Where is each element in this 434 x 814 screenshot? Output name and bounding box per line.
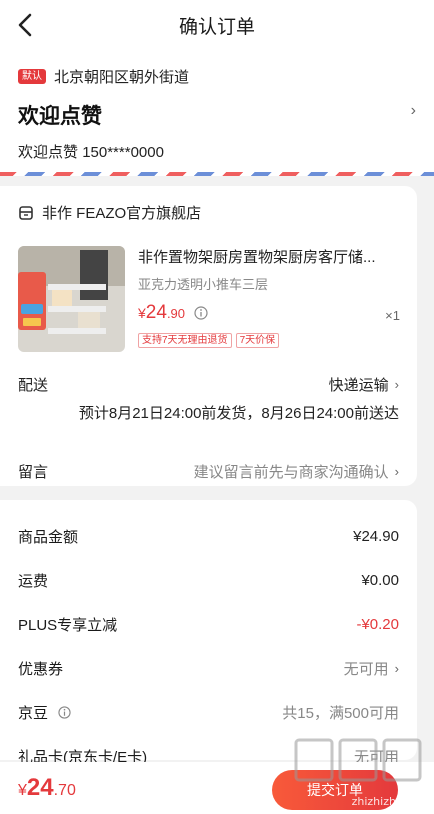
product-title: 非作置物架厨房置物架厨房客厅储... — [138, 249, 376, 266]
product-image — [18, 246, 125, 352]
address-card[interactable]: 默认 北京朝阳区朝外街道 欢迎点赞 › 欢迎点赞 150****0000 — [0, 50, 434, 176]
fee-row-coupon[interactable]: 优惠券 无可用 › — [18, 646, 399, 690]
message-row[interactable]: 留言 建议留言前先与商家沟通确认 › — [18, 461, 399, 482]
chevron-right-icon: › — [394, 377, 399, 392]
fee-row-plus: PLUS专享立减 -¥0.20 — [18, 602, 399, 646]
total-currency: ¥ — [18, 782, 27, 799]
coupon-value-text: 无可用 — [343, 660, 389, 678]
product-thumbnail[interactable] — [18, 246, 125, 352]
total-integer: 24 — [26, 774, 54, 801]
jingdou-label: 京豆 — [18, 704, 49, 722]
contact-phone: 150****0000 — [82, 144, 164, 161]
address-contact: 欢迎点赞 150****0000 — [18, 141, 416, 162]
shop-header[interactable]: 非作 FEAZO官方旗舰店 — [18, 202, 399, 223]
delivery-label: 配送 — [18, 377, 49, 394]
coupon-value: 无可用 › — [344, 658, 399, 679]
plus-discount-label: PLUS专享立减 — [18, 616, 118, 634]
chevron-right-icon: › — [394, 464, 399, 479]
top-bar: 确认订单 — [0, 0, 434, 50]
jingdou-value: 共15，满500可用 — [282, 704, 399, 722]
chevron-right-icon: › — [394, 660, 399, 676]
shop-name: 非作 FEAZO官方旗舰店 — [42, 205, 202, 222]
message-label: 留言 — [18, 464, 49, 481]
envelope-stripe — [0, 172, 434, 176]
price-integer: 24 — [145, 302, 167, 323]
store-icon — [19, 205, 33, 220]
message-input[interactable]: 建议留言前先与商家沟通确认 › — [194, 461, 399, 482]
jingdou-label-group: 京豆 — [18, 702, 71, 723]
total-decimal: .70 — [53, 782, 76, 799]
delivery-estimate: 预计8月21日24:00前发货，8月26日24:00前送达 — [78, 405, 399, 422]
fee-row-goods: 商品金额 ¥24.90 — [18, 514, 399, 558]
product-spec[interactable]: 亚克力透明小推车三层 — [138, 274, 400, 293]
delivery-method-text: 快递运输 — [328, 377, 389, 394]
price-decimal: .90 — [166, 306, 186, 321]
shop-card: 非作 FEAZO官方旗舰店 非作置物架厨房置物架厨房客厅储... 亚克力透明小推… — [0, 186, 417, 486]
plus-discount-value: -¥0.20 — [356, 615, 399, 633]
address-detail: 欢迎点赞 — [18, 105, 102, 128]
product-info: 非作置物架厨房置物架厨房客厅储... 亚克力透明小推车三层 ¥ 24 .90 ×… — [138, 246, 400, 352]
total-price: ¥ 24 .70 — [18, 774, 76, 802]
fee-row-shipping: 运费 ¥0.00 — [18, 558, 399, 602]
back-arrow-icon[interactable] — [14, 12, 38, 38]
default-badge: 默认 — [18, 69, 46, 84]
product-quantity: ×1 — [385, 308, 400, 323]
service-tags: 支持7天无理由退货 7天价保 — [138, 333, 400, 348]
goods-amount-value: ¥24.90 — [353, 527, 399, 545]
address-region-line: 默认 北京朝阳区朝外街道 — [18, 66, 416, 87]
product-item[interactable]: 非作置物架厨房置物架厨房客厅储... 亚克力透明小推车三层 ¥ 24 .90 ×… — [18, 246, 400, 352]
delivery-row[interactable]: 配送 快递运输 › — [18, 374, 399, 395]
shipping-value: ¥0.00 — [361, 571, 399, 589]
address-region: 北京朝阳区朝外街道 — [54, 69, 190, 86]
watermark-text: zhizhizhi.com — [351, 795, 426, 808]
message-placeholder: 建议留言前先与商家沟通确认 — [193, 464, 389, 481]
fee-row-jingdou[interactable]: 京豆 共15，满500可用 — [18, 690, 399, 734]
info-icon[interactable] — [58, 705, 71, 719]
contact-name: 欢迎点赞 — [18, 144, 79, 161]
price-currency: ¥ — [138, 305, 146, 321]
shipping-label: 运费 — [18, 572, 49, 590]
checkout-bar: ¥ 24 .70 提交订单 zhizhizhi.com — [0, 738, 434, 814]
service-tag: 支持7天无理由退货 — [138, 333, 232, 348]
goods-amount-label: 商品金额 — [18, 528, 79, 546]
info-icon[interactable] — [194, 306, 208, 320]
product-price: ¥ 24 .90 — [138, 302, 400, 324]
delivery-method: 快递运输 › — [329, 374, 399, 395]
page-title: 确认订单 — [178, 16, 255, 38]
chevron-right-icon[interactable]: › — [411, 102, 416, 120]
watermark-logo — [294, 738, 422, 782]
coupon-label: 优惠券 — [18, 660, 64, 678]
service-tag: 7天价保 — [235, 333, 280, 348]
fee-summary-card: 商品金额 ¥24.90 运费 ¥0.00 PLUS专享立减 -¥0.20 优惠券… — [0, 500, 417, 766]
